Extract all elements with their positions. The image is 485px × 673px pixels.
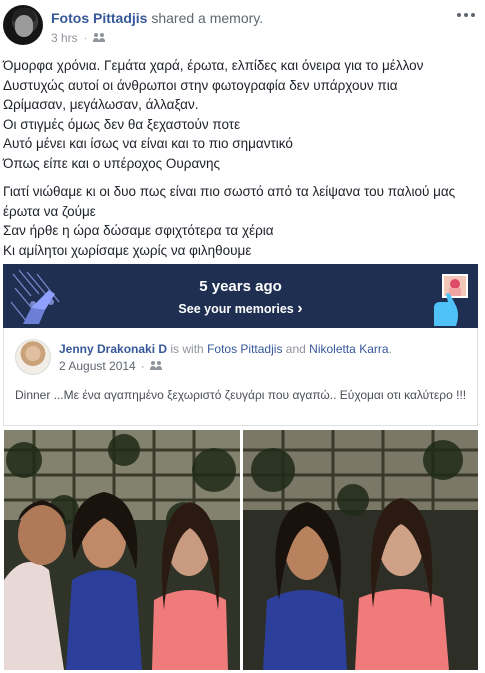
more-dots-icon[interactable] <box>457 10 477 20</box>
shared-meta: 2 August 2014 · <box>59 359 163 373</box>
memory-title: 5 years ago <box>199 278 282 295</box>
friends-icon[interactable] <box>149 361 163 371</box>
meta-separator: · <box>140 359 145 373</box>
tagged-friend-link[interactable]: Fotos Pittadjis <box>207 342 282 356</box>
post-line: Κι αμίλητοι χωρίσαμε χωρίς να φιληθουμε <box>3 242 252 258</box>
see-memories-link[interactable]: See your memories › <box>3 300 478 318</box>
photo-right[interactable] <box>243 430 478 670</box>
period-text: . <box>388 342 392 356</box>
tagged-friend-link[interactable]: Nikoletta Karra <box>309 342 388 356</box>
friends-icon[interactable] <box>93 33 106 43</box>
shared-date[interactable]: 2 August 2014 <box>59 359 136 373</box>
post-line: Οι στιγμές όμως δεν θα ξεχαστούν ποτε <box>3 116 241 132</box>
chevron-right-icon: › <box>297 300 303 317</box>
photo-left[interactable] <box>4 430 240 670</box>
memory-art-right <box>434 274 468 326</box>
memory-banner[interactable]: 5 years ago See your memories › <box>3 264 478 328</box>
post-header: Fotos Pittadjis shared a memory. 3 hrs · <box>0 0 485 52</box>
post-line: Γιατί νιώθαμε κι οι δυο πως είναι πιο σω… <box>3 184 456 199</box>
with-text: is with <box>170 342 204 356</box>
author-avatar[interactable] <box>3 5 43 45</box>
shared-post-card[interactable]: Jenny Drakonaki D is with Fotos Pittadji… <box>3 328 478 426</box>
meta-separator: · <box>83 32 88 44</box>
post-line: Όπως είπε και ο υπέροχος Ουρανης <box>3 155 221 171</box>
shared-author-avatar[interactable] <box>15 339 51 375</box>
author-name-link[interactable]: Fotos Pittadjis <box>51 10 147 26</box>
post-line: Δυστυχώς αυτοί οι άνθρωποι στην φωτογραφ… <box>3 77 398 93</box>
see-memories-label: See your memories <box>178 302 294 316</box>
post-line: Αυτό μένει και ίσως να είναι και το πιο … <box>3 136 293 151</box>
post-timestamp[interactable]: 3 hrs <box>51 31 78 45</box>
post-line: Σαν ήρθε η ώρα δώσαμε σφιχτότερα τα χέρι… <box>3 223 274 238</box>
post-action-text: shared a memory. <box>151 10 264 26</box>
shared-author-link[interactable]: Jenny Drakonaki D <box>59 342 167 356</box>
post-body: Όμορφα χρόνια. Γεμάτα χαρά, έρωτα, ελπίδ… <box>3 56 481 260</box>
photo-grid <box>3 430 478 673</box>
post-meta: 3 hrs · <box>51 31 106 45</box>
post-line: έρωτα να ζούμε <box>3 203 96 219</box>
header-line: Fotos Pittadjis shared a memory. <box>51 10 263 26</box>
shared-post-text: Dinner ...Με ένα αγαπημένο ξεχωριστό ζευ… <box>15 388 467 402</box>
post-line: Ωρίμασαν, μεγάλωσαν, άλλαξαν. <box>3 97 199 112</box>
and-text: and <box>285 342 306 356</box>
shared-header-line: Jenny Drakonaki D is with Fotos Pittadji… <box>59 342 392 356</box>
post-line: Όμορφα χρόνια. Γεμάτα χαρά, έρωτα, ελπίδ… <box>3 58 424 73</box>
